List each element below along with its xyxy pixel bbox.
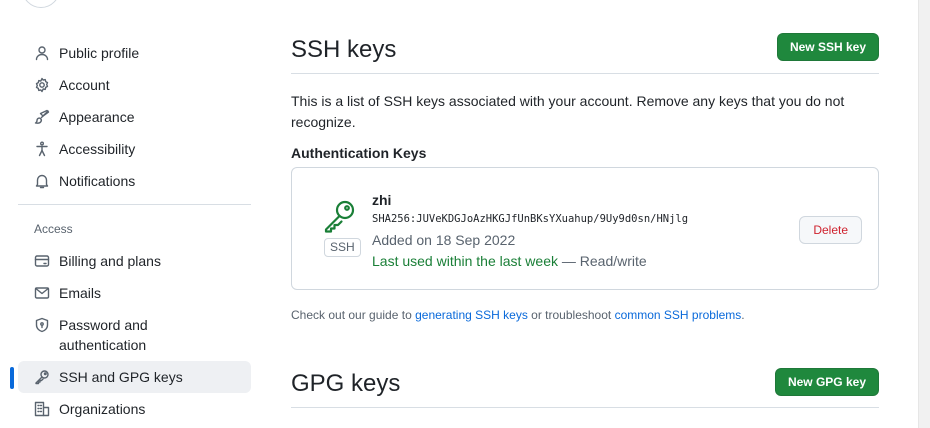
sidebar-divider (18, 204, 251, 205)
sidebar-item-label: Password and authentication (59, 317, 148, 353)
shield-lock-icon (34, 317, 50, 333)
guide-prefix: Check out our guide to (291, 308, 412, 322)
generating-ssh-keys-link[interactable]: generating SSH keys (415, 308, 528, 322)
key-added-date: Added on 18 Sep 2022 (372, 232, 516, 248)
ssh-section-title: SSH keys (291, 36, 397, 63)
delete-key-button[interactable]: Delete (799, 216, 862, 244)
accessibility-icon (34, 141, 50, 157)
sidebar-item-billing[interactable]: Billing and plans (18, 245, 251, 277)
paintbrush-icon (34, 109, 50, 125)
key-icon (322, 199, 358, 233)
ssh-section-header: SSH keys New SSH key (291, 0, 879, 74)
sidebar-item-notifications[interactable]: Notifications (18, 165, 251, 197)
sidebar-item-label: Billing and plans (59, 253, 161, 269)
sidebar-item-public-profile[interactable]: Public profile (18, 37, 251, 69)
common-ssh-problems-link[interactable]: common SSH problems (615, 308, 742, 322)
ssh-description: This is a list of SSH keys associated wi… (291, 93, 845, 130)
gear-icon (34, 77, 50, 93)
guide-middle: or troubleshoot (531, 308, 612, 322)
key-type-label: SSH (324, 238, 361, 257)
credit-card-icon (34, 253, 50, 269)
guide-suffix: . (741, 308, 745, 322)
sidebar-item-label: Notifications (59, 173, 136, 189)
new-gpg-key-button[interactable]: New GPG key (774, 368, 879, 396)
ssh-key-item: SSH zhi SHA256:JUVeKDGJoAzHKGJfUnBKsYXua… (291, 167, 879, 290)
sidebar-item-label: Account (59, 77, 110, 93)
page-scrollbar[interactable] (918, 0, 930, 428)
sidebar-item-label: Emails (59, 285, 102, 301)
authentication-keys-heading: Authentication Keys (291, 145, 427, 161)
sidebar-item-appearance[interactable]: Appearance (18, 101, 251, 133)
sidebar-item-label: Accessibility (59, 141, 136, 157)
sidebar-item-label: SSH and GPG keys (59, 369, 183, 385)
ssh-guide-text: Check out our guide to generating SSH ke… (291, 308, 745, 322)
avatar[interactable] (22, 0, 60, 8)
sidebar-item-ssh-gpg-keys[interactable]: SSH and GPG keys (10, 361, 251, 393)
sidebar-item-account[interactable]: Account (18, 69, 251, 101)
key-icon (34, 369, 50, 385)
sidebar-item-password-authentication[interactable]: Password and authentication (18, 309, 251, 361)
sidebar-item-emails[interactable]: Emails (18, 277, 251, 309)
key-fingerprint: SHA256:JUVeKDGJoAzHKGJfUnBKsYXuahup/9Uy9… (372, 213, 689, 225)
sidebar-group-label: Access (34, 222, 73, 236)
key-access: — Read/write (561, 253, 647, 269)
person-icon (34, 45, 50, 61)
mail-icon (34, 285, 50, 301)
sidebar-item-accessibility[interactable]: Accessibility (18, 133, 251, 165)
sidebar-item-label: Organizations (59, 401, 146, 417)
key-title: zhi (372, 192, 392, 208)
organization-icon (34, 401, 50, 417)
key-last-used: Last used within the last week (372, 253, 558, 269)
bell-icon (34, 173, 50, 189)
key-usage: Last used within the last week — Read/wr… (372, 253, 647, 269)
sidebar-item-organizations[interactable]: Organizations (18, 393, 251, 425)
sidebar-item-label: Public profile (59, 45, 140, 61)
gpg-section-title: GPG keys (291, 370, 401, 397)
new-ssh-key-button[interactable]: New SSH key (776, 33, 879, 61)
settings-sidebar: Public profile Account Appearance Access… (10, 37, 251, 425)
gpg-section-header: GPG keys New GPG key (291, 330, 879, 408)
sidebar-item-label: Appearance (59, 109, 135, 125)
